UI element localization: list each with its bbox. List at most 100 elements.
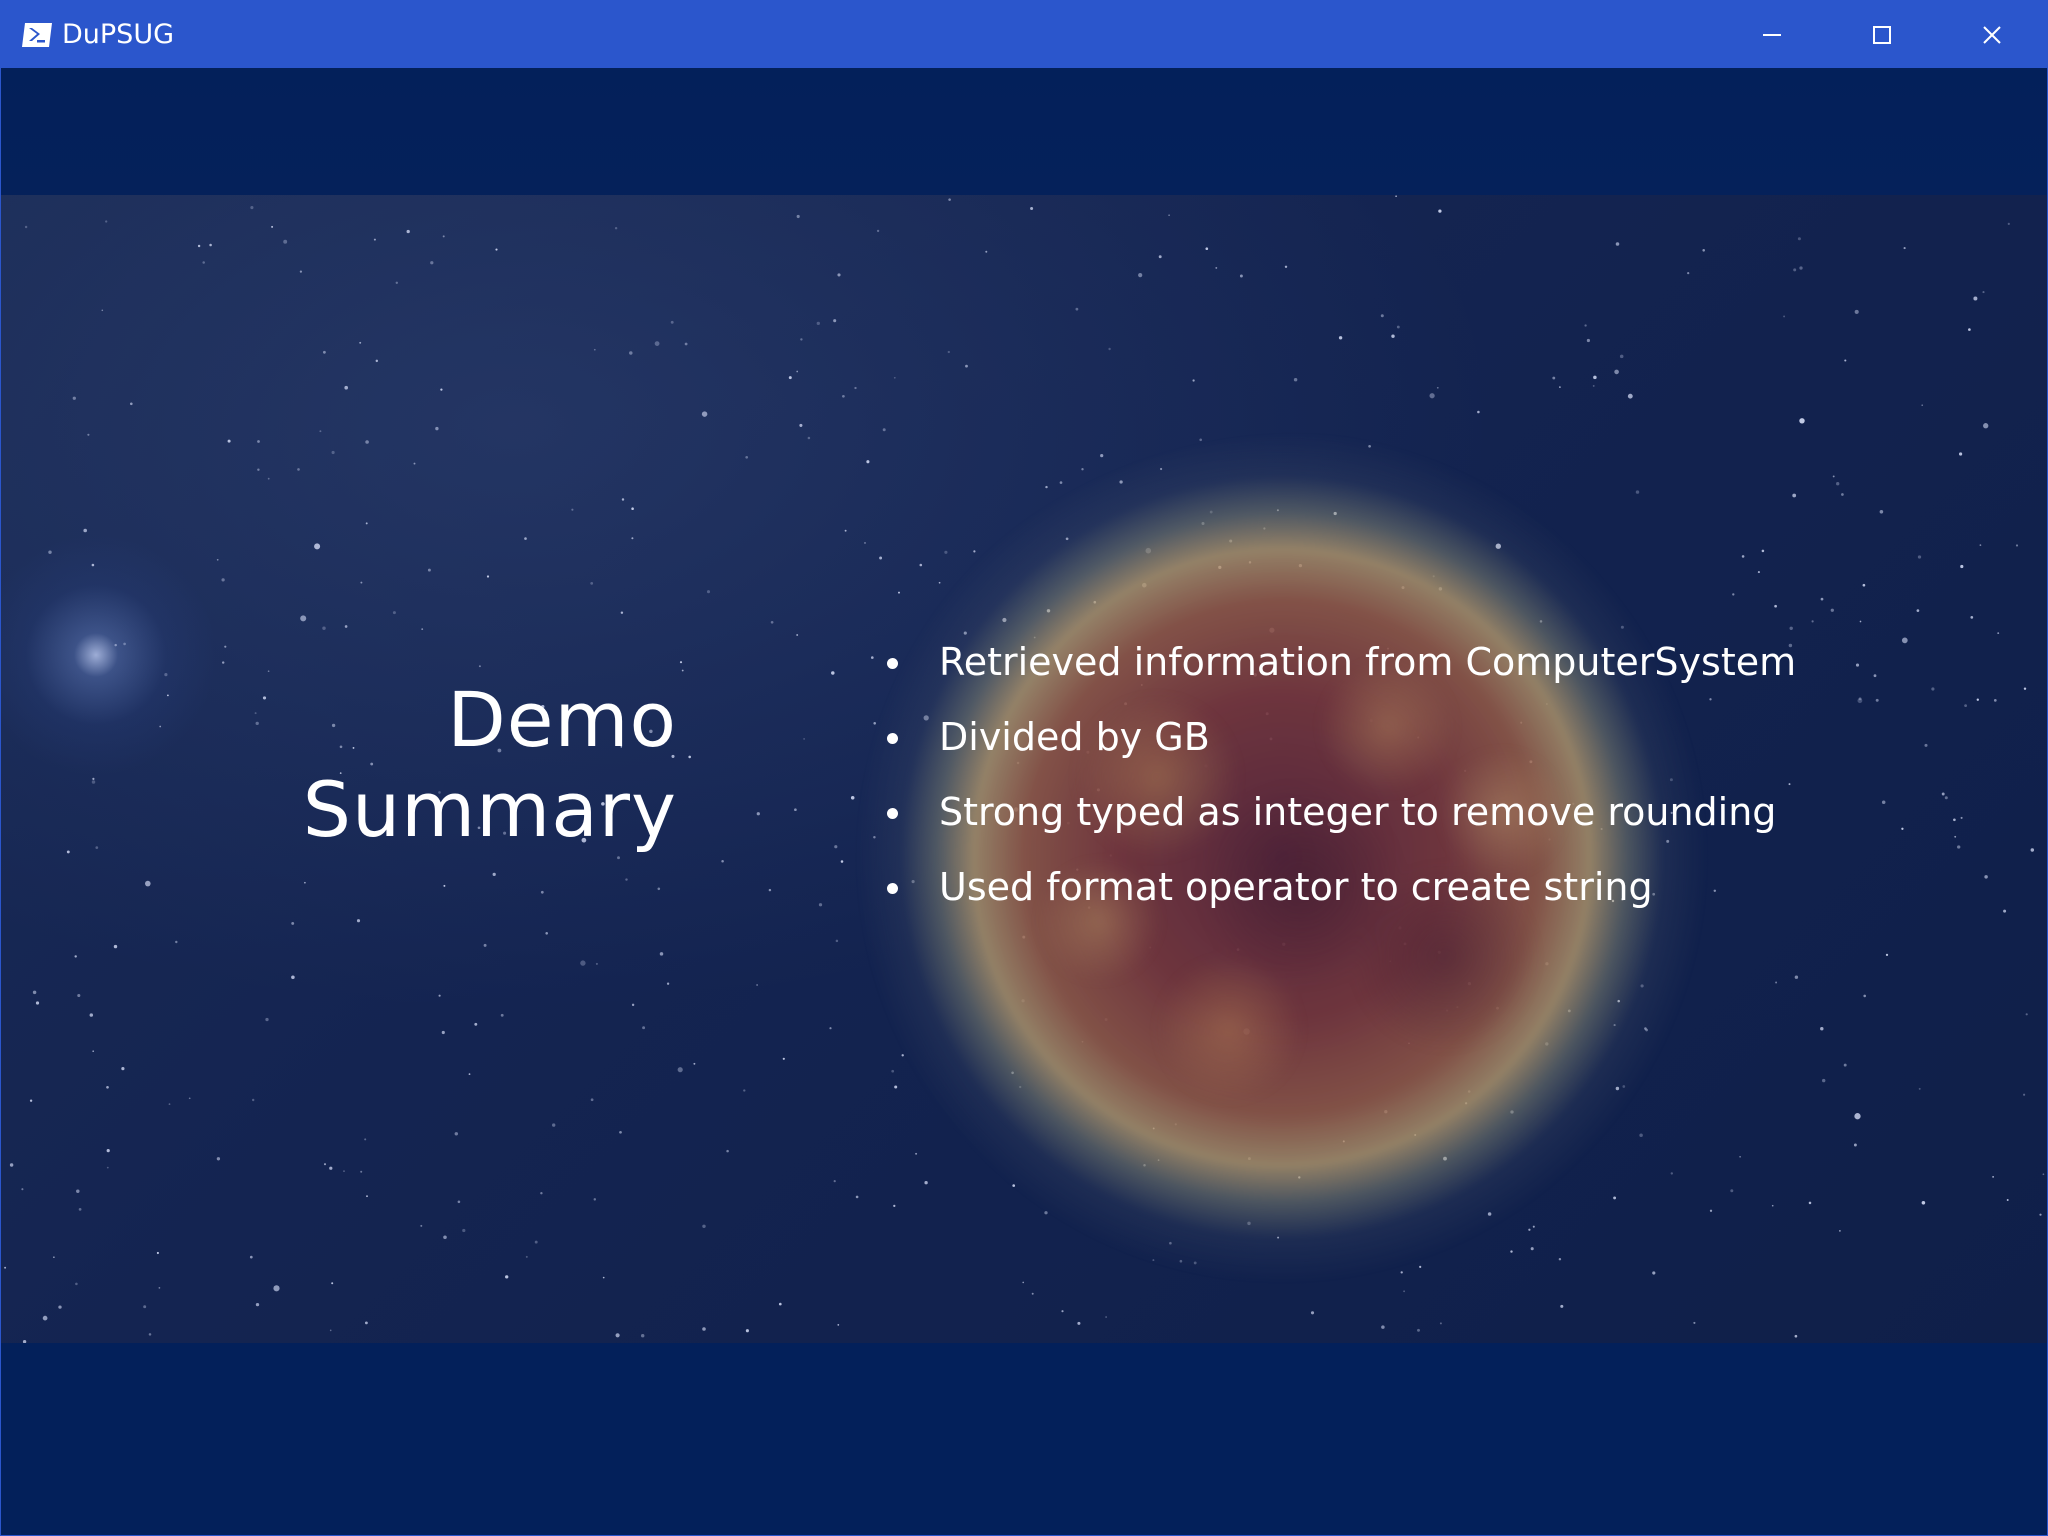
star-dot: [299, 270, 303, 273]
star-dot: [129, 402, 133, 406]
star-dot: [870, 656, 874, 659]
star-dot: [893, 1204, 896, 1208]
star-dot: [1199, 438, 1202, 442]
star-dot: [1192, 379, 1195, 382]
bullet-dot-icon: [887, 883, 898, 894]
star-dot: [864, 541, 866, 544]
star-dot: [1793, 268, 1797, 272]
star-dot: [1593, 375, 1597, 380]
star-dot: [343, 1170, 345, 1172]
star-dot: [1635, 490, 1640, 494]
star-dot: [1903, 247, 1906, 250]
star-dot: [1627, 393, 1633, 399]
letterbox-top: [1, 68, 2047, 195]
star-dot: [1885, 953, 1889, 957]
star-dot: [121, 1067, 125, 1071]
star-dot: [540, 1192, 543, 1195]
star-dot: [373, 238, 376, 241]
star-dot: [1954, 835, 1957, 838]
star-dot: [48, 550, 52, 554]
star-dot: [1960, 816, 1963, 819]
star-dot: [413, 462, 416, 465]
star-dot: [631, 537, 634, 540]
star-dot: [1992, 1176, 1994, 1178]
star-dot: [255, 1302, 260, 1307]
title-bar[interactable]: DuPSUG: [1, 1, 2047, 68]
star-dot: [159, 725, 162, 728]
star-dot: [224, 645, 227, 648]
star-dot: [833, 1180, 836, 1183]
star-dot: [745, 455, 749, 459]
star-dot: [525, 1255, 528, 1258]
star-dot: [1808, 1201, 1812, 1205]
star-dot: [1614, 369, 1619, 375]
slide-title-line2: Summary: [302, 765, 677, 854]
maximize-button[interactable]: [1827, 1, 1937, 68]
star-dot: [1854, 309, 1859, 314]
star-dot: [1836, 482, 1840, 486]
star-dot: [271, 225, 274, 228]
bullet-item: Divided by GB: [881, 700, 1901, 775]
star-dot: [580, 960, 586, 966]
bullet-list: Retrieved information from ComputerSyste…: [881, 625, 1901, 925]
star-dot: [938, 581, 941, 584]
star-dot: [654, 341, 660, 346]
star-dot: [300, 615, 307, 622]
star-dot: [1794, 1334, 1798, 1338]
star-dot: [166, 694, 169, 697]
star-dot: [947, 350, 950, 354]
close-button[interactable]: [1937, 1, 2047, 68]
star-dot: [1693, 1321, 1696, 1324]
star-dot: [620, 611, 624, 614]
star-dot: [1917, 555, 1922, 559]
star-dot: [788, 376, 792, 380]
star-dot: [1100, 454, 1104, 458]
star-dot: [297, 468, 300, 471]
star-dot: [209, 243, 212, 247]
star-dot: [123, 642, 126, 646]
star-dot: [1429, 393, 1435, 399]
star-dot: [796, 214, 800, 219]
star-dot: [164, 673, 168, 677]
star-dot: [803, 738, 805, 740]
star-dot: [175, 940, 178, 944]
star-dot: [1792, 493, 1797, 498]
star-dot: [794, 808, 797, 812]
star-dot: [1239, 274, 1243, 278]
star-dot: [1559, 386, 1561, 388]
star-dot: [1158, 255, 1162, 259]
slide-title-line1: Demo: [447, 675, 677, 764]
star-dot: [89, 1013, 94, 1017]
star-dot: [304, 881, 306, 884]
star-dot: [440, 388, 443, 391]
star-dot: [552, 1123, 556, 1127]
star-dot: [1953, 818, 1956, 822]
star-dot: [625, 878, 628, 881]
minimize-button[interactable]: [1717, 1, 1827, 68]
star-dot: [837, 1324, 840, 1326]
star-dot: [2023, 687, 2027, 690]
star-dot: [1615, 242, 1620, 246]
star-dot: [227, 439, 231, 443]
star-dot: [619, 1130, 622, 1134]
bullet-dot-icon: [887, 733, 898, 744]
star-dot: [156, 1251, 159, 1255]
star-dot: [1983, 423, 1989, 429]
maximize-icon: [1873, 25, 1891, 44]
star-dot: [768, 888, 772, 892]
star-dot: [666, 982, 670, 985]
star-dot: [1205, 247, 1209, 251]
star-dot: [267, 477, 270, 480]
star-dot: [1338, 336, 1343, 340]
star-dot: [681, 669, 684, 672]
star-dot: [457, 1200, 461, 1204]
star-dot: [53, 1256, 55, 1259]
star-dot: [1586, 338, 1590, 343]
star-dot: [1979, 544, 1982, 546]
star-dot: [92, 1050, 95, 1053]
star-dot: [462, 1228, 466, 1233]
star-dot: [1730, 1189, 1734, 1193]
slide-title: Demo Summary: [241, 675, 677, 855]
star-dot: [197, 244, 201, 248]
bullet-text: Used format operator to create string: [939, 865, 1653, 909]
